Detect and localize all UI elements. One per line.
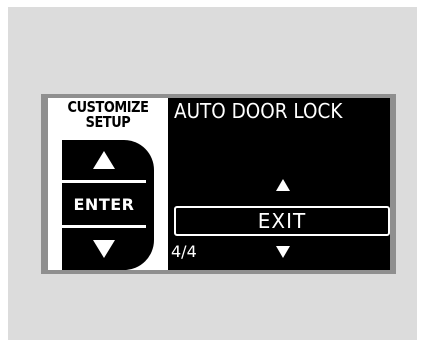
up-arrow-icon — [93, 151, 115, 169]
function-title: AUTO DOOR LOCK — [174, 99, 343, 123]
down-button[interactable] — [62, 228, 146, 270]
page-indicator: 4/4 — [171, 242, 197, 261]
up-button[interactable] — [62, 140, 146, 180]
enter-button[interactable]: ENTER — [62, 183, 146, 225]
display-screen: CUSTOMIZE SETUP ENTER AUTO DOOR LOCK EXI… — [48, 98, 390, 270]
menu-title: CUSTOMIZE SETUP — [56, 100, 159, 130]
menu-title-line2: SETUP — [85, 113, 131, 131]
exit-label: EXIT — [257, 209, 307, 233]
enter-label: ENTER — [73, 194, 135, 214]
control-column: CUSTOMIZE SETUP ENTER — [48, 98, 168, 270]
function-area: AUTO DOOR LOCK EXIT 4/4 — [168, 98, 390, 270]
control-pad: ENTER — [62, 140, 154, 270]
scroll-down-icon — [276, 246, 290, 258]
down-arrow-icon — [93, 240, 115, 258]
scroll-up-icon — [276, 179, 290, 191]
exit-option[interactable]: EXIT — [174, 206, 390, 236]
